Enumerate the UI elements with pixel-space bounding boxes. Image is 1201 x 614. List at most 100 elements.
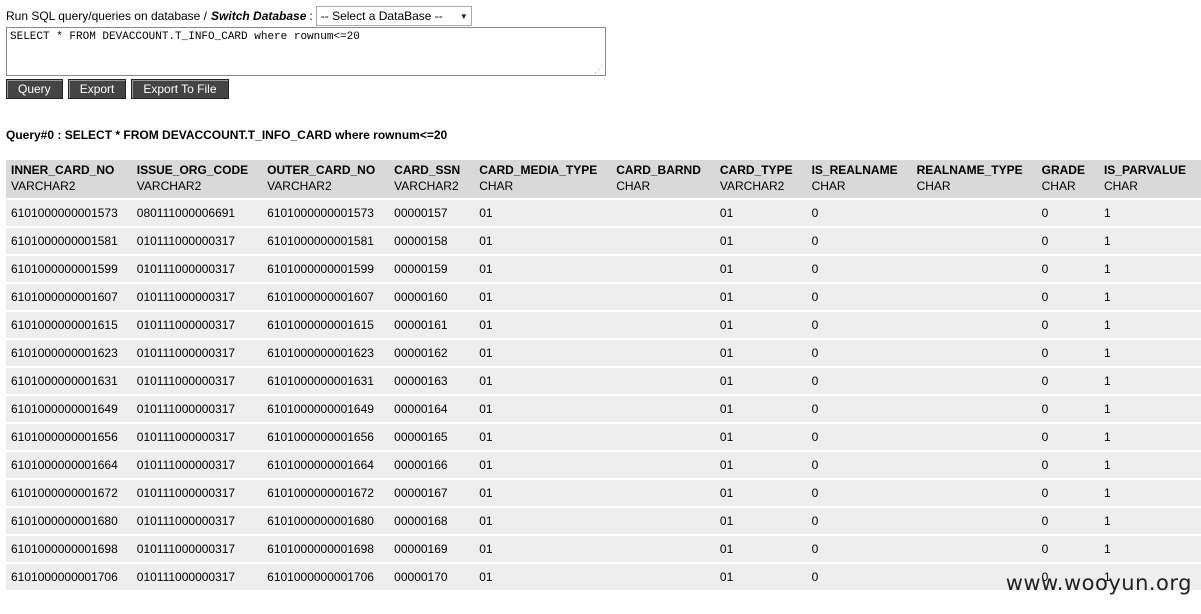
table-cell: 0 — [806, 424, 912, 450]
resize-grip-icon[interactable]: ⋰ — [594, 65, 603, 74]
table-cell — [611, 564, 715, 590]
table-cell: 00000170 — [389, 564, 475, 590]
table-cell: 01 — [474, 424, 612, 450]
table-cell: 6101000000001649 — [262, 396, 390, 422]
column-name: CARD_BARND — [616, 163, 701, 177]
column-type: CHAR — [1041, 179, 1076, 193]
table-cell: 6101000000001581 — [262, 228, 390, 254]
table-cell: 6101000000001664 — [6, 452, 132, 478]
table-cell: 01 — [714, 424, 807, 450]
table-cell — [911, 312, 1037, 338]
results-table: INNER_CARD_NO VARCHAR2 ISSUE_ORG_CODE VARCH… — [6, 160, 1201, 592]
column-name: IS_PARVALUE — [1103, 163, 1186, 177]
table-row: 6101000000001656 010111000000317 610100000… — [6, 424, 1201, 450]
table-cell: 01 — [474, 396, 612, 422]
table-cell: 1 — [1098, 200, 1200, 226]
table-cell: 01 — [714, 284, 807, 310]
table-cell: 0 — [1036, 256, 1099, 282]
table-row: 6101000000001607 010111000000317 610100000… — [6, 284, 1201, 310]
table-cell: 6101000000001607 — [6, 284, 132, 310]
table-cell: 010111000000317 — [131, 508, 263, 534]
table-cell — [611, 452, 715, 478]
table-cell: 01 — [474, 256, 612, 282]
table-cell: 1 — [1098, 284, 1200, 310]
table-cell: 01 — [474, 480, 612, 506]
table-cell: 01 — [714, 564, 807, 590]
table-cell: 1 — [1098, 508, 1200, 534]
table-cell — [611, 256, 715, 282]
column-header: CARD_MEDIA_TYPE CHAR — [474, 160, 612, 198]
column-type: VARCHAR2 — [719, 179, 785, 193]
table-cell: 0 — [1036, 508, 1099, 534]
table-row: 6101000000001599 010111000000317 610100000… — [6, 256, 1201, 282]
table-cell: 010111000000317 — [131, 396, 263, 422]
database-select[interactable]: -- Select a DataBase -- ▼ — [315, 6, 472, 26]
column-header: CARD_SSN VARCHAR2 — [389, 160, 475, 198]
export-button[interactable]: Export — [67, 79, 127, 99]
table-cell: 01 — [714, 228, 807, 254]
table-cell: 00000167 — [389, 480, 475, 506]
table-cell: 0 — [1036, 340, 1099, 366]
table-row: 6101000000001649 010111000000317 610100000… — [6, 396, 1201, 422]
column-header: IS_PARVALUE CHAR — [1098, 160, 1200, 198]
table-cell: 01 — [474, 508, 612, 534]
sql-query-input[interactable]: SELECT * FROM DEVACCOUNT.T_INFO_CARD whe… — [6, 27, 606, 76]
watermark-text: www.wooyun.org — [1005, 571, 1192, 595]
table-row: 6101000000001672 010111000000317 610100000… — [6, 480, 1201, 506]
table-row: 6101000000001664 010111000000317 610100000… — [6, 452, 1201, 478]
table-cell: 01 — [714, 480, 807, 506]
table-cell — [911, 424, 1037, 450]
column-header: ISSUE_ORG_CODE VARCHAR2 — [131, 160, 263, 198]
table-cell: 6101000000001631 — [262, 368, 390, 394]
column-type: CHAR — [479, 179, 514, 193]
table-cell: 1 — [1098, 396, 1200, 422]
column-header: CARD_TYPE VARCHAR2 — [714, 160, 807, 198]
table-cell — [911, 480, 1037, 506]
query-button[interactable]: Query — [6, 79, 63, 99]
table-cell: 1 — [1098, 256, 1200, 282]
column-type: VARCHAR2 — [267, 179, 332, 193]
export-to-file-button[interactable]: Export To File — [131, 79, 229, 99]
table-cell: 01 — [714, 508, 807, 534]
table-cell: 1 — [1098, 312, 1200, 338]
table-cell: 0 — [806, 284, 912, 310]
column-header: GRADE CHAR — [1036, 160, 1099, 198]
column-header: REALNAME_TYPE CHAR — [911, 160, 1037, 198]
table-cell: 0 — [1036, 396, 1099, 422]
table-cell — [911, 536, 1037, 562]
table-cell: 1 — [1098, 480, 1200, 506]
column-name: INNER_CARD_NO — [11, 163, 115, 177]
table-cell — [611, 508, 715, 534]
table-cell: 6101000000001672 — [262, 480, 390, 506]
table-cell: 6101000000001680 — [262, 508, 390, 534]
table-cell: 6101000000001706 — [6, 564, 132, 590]
table-cell: 01 — [474, 200, 612, 226]
table-cell: 6101000000001573 — [6, 200, 132, 226]
table-cell: 0 — [806, 340, 912, 366]
table-cell: 0 — [806, 256, 912, 282]
column-header: CARD_BARND CHAR — [611, 160, 715, 198]
table-cell: 010111000000317 — [131, 340, 263, 366]
table-cell: 6101000000001649 — [6, 396, 132, 422]
table-cell: 0 — [806, 200, 912, 226]
table-cell: 6101000000001631 — [6, 368, 132, 394]
table-cell: 01 — [714, 396, 807, 422]
column-header: IS_REALNAME CHAR — [806, 160, 912, 198]
table-cell: 0 — [1036, 452, 1099, 478]
column-header: INNER_CARD_NO VARCHAR2 — [6, 160, 132, 198]
results-table-container[interactable]: INNER_CARD_NO VARCHAR2 ISSUE_ORG_CODE VARCH… — [6, 160, 1201, 614]
table-cell: 00000162 — [389, 340, 475, 366]
table-cell: 01 — [474, 452, 612, 478]
table-cell — [911, 228, 1037, 254]
table-cell: 01 — [714, 312, 807, 338]
table-cell: 0 — [1036, 424, 1099, 450]
table-row: 6101000000001680 010111000000317 610100000… — [6, 508, 1201, 534]
table-cell: 0 — [806, 396, 912, 422]
table-row: 6101000000001698 010111000000317 610100000… — [6, 536, 1201, 562]
table-cell: 010111000000317 — [131, 284, 263, 310]
table-cell: 6101000000001623 — [262, 340, 390, 366]
column-name: CARD_SSN — [394, 163, 461, 177]
column-name: OUTER_CARD_NO — [267, 163, 376, 177]
table-cell: 6101000000001672 — [6, 480, 132, 506]
column-type: CHAR — [616, 179, 651, 193]
